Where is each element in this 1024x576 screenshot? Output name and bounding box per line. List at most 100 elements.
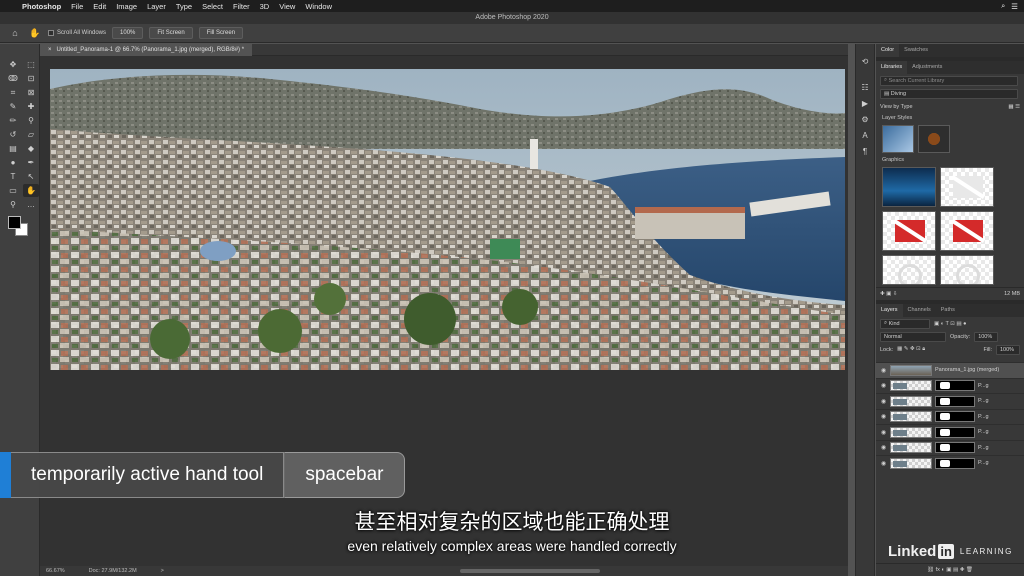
layer-row[interactable]: ◉ P...g (876, 455, 1024, 471)
tab-channels[interactable]: Channels (903, 304, 936, 317)
eraser-tool-icon[interactable]: ▱ (23, 128, 39, 141)
paragraph-panel-icon[interactable]: ¶ (856, 144, 874, 160)
layer-mask-thumbnail[interactable] (935, 380, 975, 392)
library-add-icon[interactable]: ✚ ▣ ⇩ (880, 291, 897, 297)
hand-tool-preset-icon[interactable]: ✋ (28, 28, 42, 39)
graphic-thumb-dive-flag[interactable] (940, 211, 994, 251)
layer-row[interactable]: ◉ P...g (876, 424, 1024, 440)
path-select-tool-icon[interactable]: ↖ (23, 170, 39, 183)
tab-libraries[interactable]: Libraries (876, 61, 908, 74)
lock-icons[interactable]: ▦ ✎ ✥ ⊡ 🔒︎ (897, 346, 925, 353)
shape-tool-icon[interactable]: ▭ (5, 184, 21, 197)
visibility-eye-icon[interactable]: ◉ (880, 398, 887, 405)
menu-layer[interactable]: Layer (147, 2, 166, 11)
layer-style-thumb[interactable] (918, 125, 950, 153)
view-by-type-dropdown[interactable]: View by Type (880, 104, 913, 110)
fill-screen-button[interactable]: Fill Screen (198, 27, 244, 39)
menu-window[interactable]: Window (305, 2, 332, 11)
tab-adjustments[interactable]: Adjustments (907, 61, 947, 74)
layer-row[interactable]: ◉ P...g (876, 393, 1024, 409)
layer-mask-thumbnail[interactable] (935, 442, 975, 454)
quick-select-tool-icon[interactable]: ⊡ (23, 72, 39, 85)
character-panel-icon[interactable]: A (856, 128, 874, 144)
layer-row[interactable]: ◉ P...g (876, 408, 1024, 425)
tab-color[interactable]: Color (876, 44, 900, 57)
visibility-eye-icon[interactable]: ◉ (880, 367, 887, 374)
layer-kind-filter[interactable]: ⌕ Kind (880, 318, 930, 329)
visibility-eye-icon[interactable]: ◉ (880, 382, 887, 389)
color-swatches[interactable] (8, 216, 32, 240)
status-arrow-icon[interactable]: > (161, 568, 164, 574)
visibility-eye-icon[interactable]: ◉ (880, 429, 887, 436)
opacity-input[interactable]: 100% (974, 331, 999, 342)
graphic-thumb-ring[interactable] (940, 255, 994, 285)
graphic-thumb-dive-flag[interactable] (882, 211, 936, 251)
frame-tool-icon[interactable]: ⊠ (23, 86, 39, 99)
panorama-image[interactable] (50, 69, 845, 370)
home-icon[interactable]: ⌂ (8, 28, 22, 38)
menu-app-name[interactable]: Photoshop (22, 2, 61, 11)
properties-panel-icon[interactable]: ☷ (856, 80, 874, 96)
blur-tool-icon[interactable]: ◆ (23, 142, 39, 155)
eyedropper-tool-icon[interactable]: ✎ (5, 100, 21, 113)
graphic-thumb-underwater[interactable] (882, 167, 936, 207)
tab-swatches[interactable]: Swatches (899, 44, 933, 57)
layer-row[interactable]: ◉ P...g (876, 377, 1024, 394)
graphic-thumb-ring[interactable] (882, 255, 936, 285)
hand-tool-icon[interactable]: ✋ (23, 184, 39, 197)
menu-3d[interactable]: 3D (260, 2, 270, 11)
pen-tool-icon[interactable]: ✒ (23, 156, 39, 169)
tab-layers[interactable]: Layers (876, 304, 903, 317)
menu-list-icon[interactable]: ☰ (1011, 2, 1018, 11)
fit-screen-button[interactable]: Fit Screen (149, 27, 193, 39)
layer-mask-thumbnail[interactable] (935, 457, 975, 469)
more-tools-icon[interactable]: … (23, 198, 39, 211)
visibility-eye-icon[interactable]: ◉ (880, 460, 887, 467)
blend-mode-select[interactable]: Normal (880, 331, 946, 342)
document-tab-close-icon[interactable]: × (48, 44, 52, 56)
lasso-tool-icon[interactable]: ↂ (5, 72, 21, 85)
layers-footer-icons[interactable]: ⛓ fx ◐ ▣ ▤ ✚ 🗑︎ (927, 567, 973, 573)
tab-paths[interactable]: Paths (936, 304, 960, 317)
library-search-input[interactable]: ⌕ Search Current Library (880, 75, 1018, 86)
type-tool-icon[interactable]: T (5, 170, 21, 183)
layer-style-thumb[interactable] (882, 125, 914, 153)
brush-tool-icon[interactable]: ✏ (5, 114, 21, 127)
visibility-eye-icon[interactable]: ◉ (880, 413, 887, 420)
layer-row[interactable]: ◉ P...g (876, 439, 1024, 456)
menu-file[interactable]: File (71, 2, 83, 11)
layer-mask-thumbnail[interactable] (935, 411, 975, 423)
clone-stamp-tool-icon[interactable]: ⚲ (23, 114, 39, 127)
layer-mask-thumbnail[interactable] (935, 395, 975, 407)
layer-styles-section-label[interactable]: Layer Styles (876, 113, 1024, 123)
graphics-section-label[interactable]: Graphics (876, 155, 1024, 165)
zoom-tool-icon[interactable]: ⚲ (5, 198, 21, 211)
history-brush-tool-icon[interactable]: ↺ (5, 128, 21, 141)
adjust-panel-icon[interactable]: ⚙ (856, 112, 874, 128)
menu-filter[interactable]: Filter (233, 2, 250, 11)
visibility-eye-icon[interactable]: ◉ (880, 444, 887, 451)
move-tool-icon[interactable]: ✥ (5, 58, 21, 71)
menu-image[interactable]: Image (116, 2, 137, 11)
horizontal-scrollbar[interactable] (460, 569, 600, 573)
graphic-thumb-flag-white[interactable] (940, 167, 994, 207)
layer-mask-thumbnail[interactable] (935, 426, 975, 438)
fill-input[interactable]: 100% (996, 344, 1020, 355)
healing-brush-tool-icon[interactable]: ✚ (23, 100, 39, 113)
menu-view[interactable]: View (279, 2, 295, 11)
foreground-color-swatch[interactable] (8, 216, 21, 229)
gradient-tool-icon[interactable]: ▤ (5, 142, 21, 155)
scroll-all-windows-checkbox[interactable]: Scroll All Windows (48, 30, 106, 36)
document-tab[interactable]: × Untitled_Panorama-1 @ 66.7% (Panorama_… (40, 44, 253, 56)
dodge-tool-icon[interactable]: ● (5, 156, 21, 169)
search-icon[interactable]: ⌕ (1001, 1, 1005, 11)
menu-type[interactable]: Type (176, 2, 192, 11)
marquee-tool-icon[interactable]: ⬚ (23, 58, 39, 71)
zoom-100-button[interactable]: 100% (112, 27, 144, 39)
history-panel-icon[interactable]: ⟲ (856, 54, 874, 70)
menu-edit[interactable]: Edit (93, 2, 106, 11)
menu-select[interactable]: Select (202, 2, 223, 11)
layer-row[interactable]: ◉ Panorama_1.jpg (merged) (876, 362, 1024, 378)
library-select[interactable]: ▤ Diving (880, 88, 1018, 99)
zoom-level[interactable]: 66.67% (46, 568, 65, 574)
